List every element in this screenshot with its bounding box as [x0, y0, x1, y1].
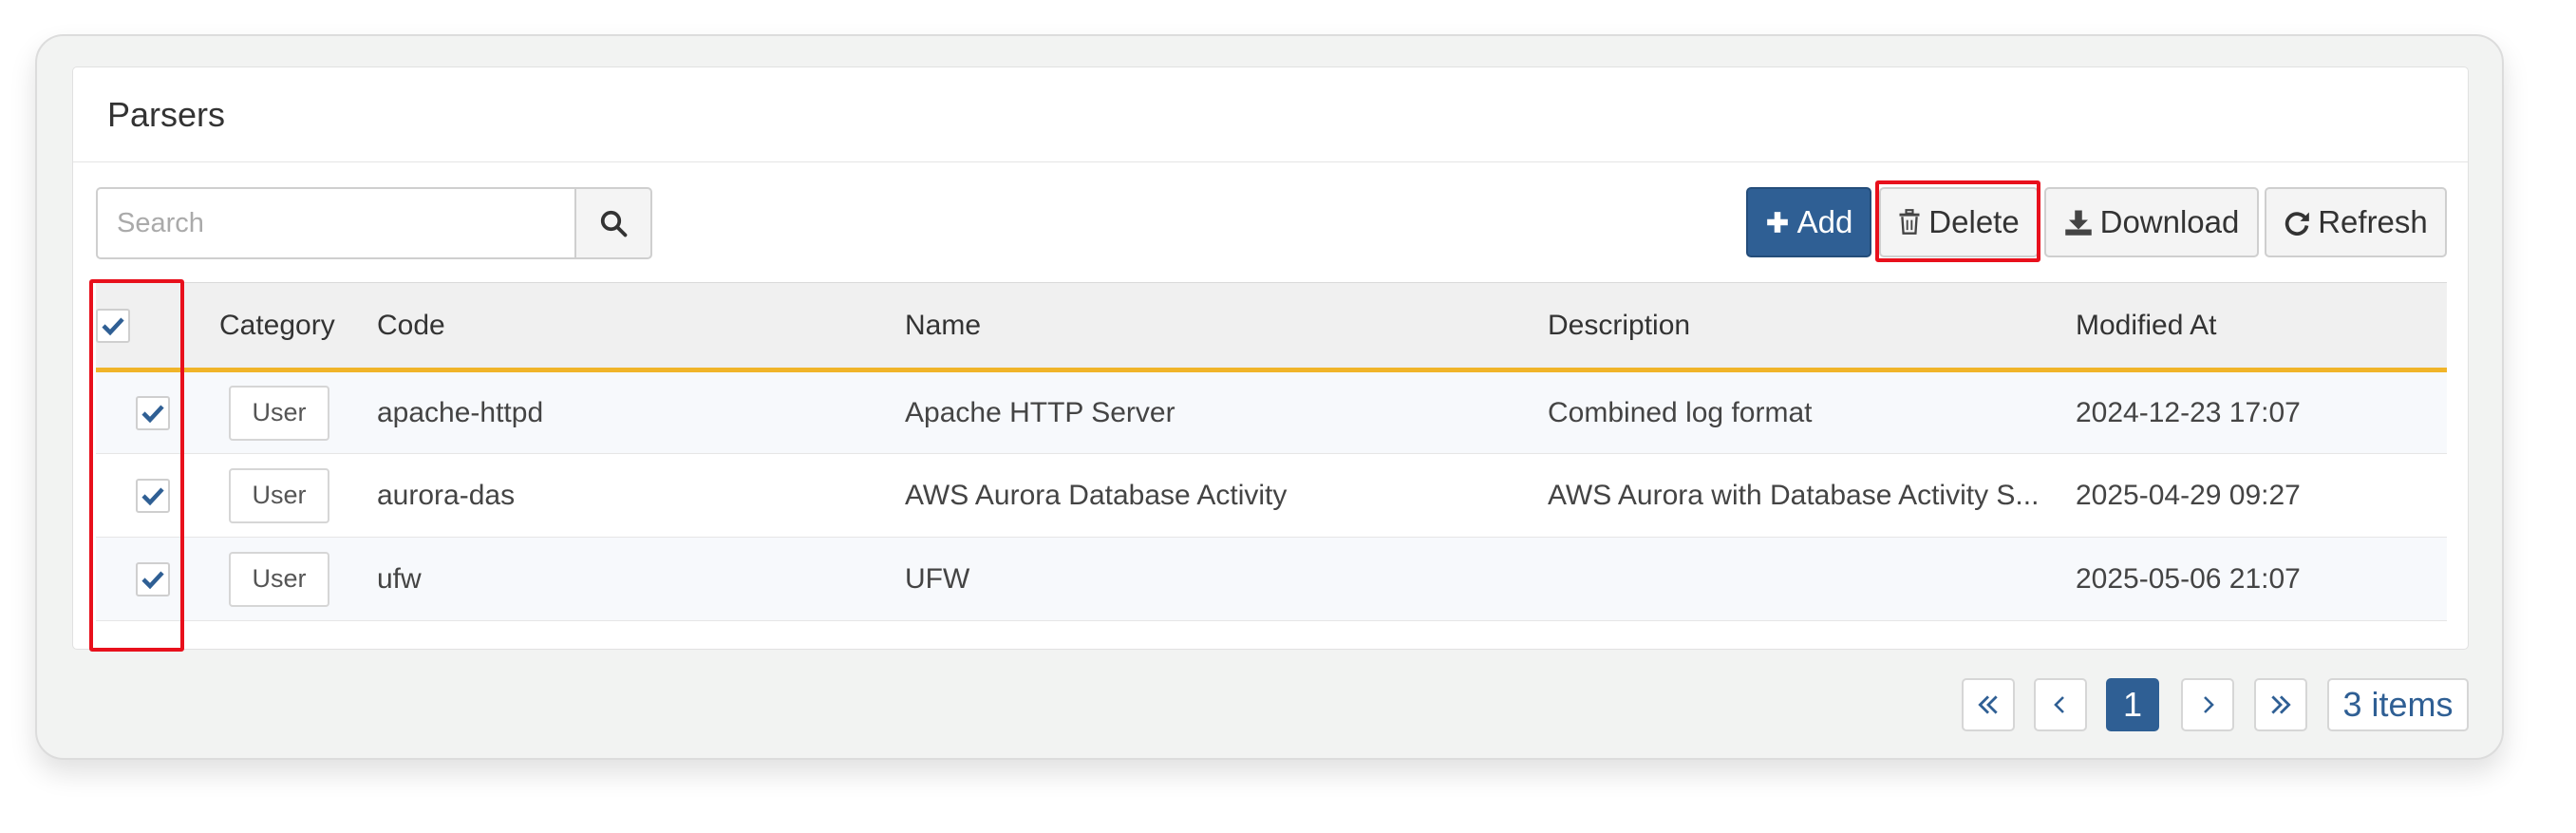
column-header-name[interactable]: Name — [895, 282, 1538, 372]
category-badge: User — [229, 385, 329, 441]
table-row[interactable]: User apache-httpd Apache HTTP Server Com… — [96, 369, 2447, 454]
name-cell: Apache HTTP Server — [895, 369, 1538, 454]
parsers-table: Category Code Name Description Modified … — [96, 282, 2447, 621]
page-1-button[interactable]: 1 — [2106, 678, 2159, 731]
column-header-category[interactable]: Category — [210, 282, 367, 372]
download-label: Download — [2099, 204, 2240, 239]
description-cell: Combined log format — [1538, 369, 2066, 454]
prev-page-icon — [2054, 696, 2064, 713]
panel-header: Parsers — [73, 67, 2468, 162]
last-page-button[interactable] — [2254, 678, 2307, 731]
plus-icon — [1766, 212, 1788, 233]
refresh-button[interactable]: Refresh — [2265, 187, 2447, 257]
column-header-description[interactable]: Description — [1538, 282, 2066, 372]
first-page-icon — [1978, 695, 1998, 714]
select-all-checkbox[interactable] — [96, 308, 130, 343]
page-title: Parsers — [107, 94, 226, 134]
check-icon — [141, 487, 164, 505]
table-row[interactable]: User ufw UFW 2025-05-06 21:07 — [96, 537, 2447, 621]
select-all-cell — [96, 282, 210, 372]
add-label: Add — [1796, 204, 1853, 239]
delete-label: Delete — [1928, 204, 2020, 239]
modified-at-cell: 2025-04-29 09:27 — [2066, 453, 2447, 538]
column-header-modified-at[interactable]: Modified At — [2066, 282, 2447, 372]
next-page-icon — [2204, 696, 2214, 713]
refresh-icon — [2285, 212, 2310, 236]
category-badge: User — [229, 551, 329, 607]
column-header-code[interactable]: Code — [367, 282, 895, 372]
description-cell — [1538, 537, 2066, 621]
items-count: 3 items — [2327, 678, 2469, 731]
download-icon — [2064, 210, 2092, 236]
description-cell: AWS Aurora with Database Activity S... — [1538, 453, 2066, 538]
check-icon — [141, 571, 164, 589]
check-icon — [102, 317, 124, 335]
row-checkbox[interactable] — [136, 561, 170, 596]
check-icon — [141, 405, 164, 423]
name-cell: AWS Aurora Database Activity — [895, 453, 1538, 538]
trash-icon — [1899, 209, 1920, 235]
parsers-panel: Parsers Add Delete — [72, 66, 2469, 650]
category-badge: User — [229, 467, 329, 523]
name-cell: UFW — [895, 537, 1538, 621]
row-checkbox[interactable] — [136, 478, 170, 513]
pagination: 1 3 items — [0, 678, 2576, 731]
download-button[interactable]: Download — [2044, 187, 2259, 257]
toolbar: Add Delete Download Refresh — [73, 187, 2468, 259]
add-button[interactable]: Add — [1746, 187, 1871, 257]
table-row[interactable]: User aurora-das AWS Aurora Database Acti… — [96, 453, 2447, 538]
last-page-icon — [2271, 695, 2291, 714]
first-page-button[interactable] — [1962, 678, 2015, 731]
refresh-label: Refresh — [2318, 204, 2428, 239]
modified-at-cell: 2024-12-23 17:07 — [2066, 369, 2447, 454]
table-header-row: Category Code Name Description Modified … — [96, 282, 2447, 372]
next-page-button[interactable] — [2181, 678, 2234, 731]
prev-page-button[interactable] — [2034, 678, 2087, 731]
delete-button[interactable]: Delete — [1879, 187, 2039, 257]
code-cell: apache-httpd — [367, 369, 895, 454]
modified-at-cell: 2025-05-06 21:07 — [2066, 537, 2447, 621]
code-cell: ufw — [367, 537, 895, 621]
code-cell: aurora-das — [367, 453, 895, 538]
row-checkbox[interactable] — [136, 395, 170, 430]
